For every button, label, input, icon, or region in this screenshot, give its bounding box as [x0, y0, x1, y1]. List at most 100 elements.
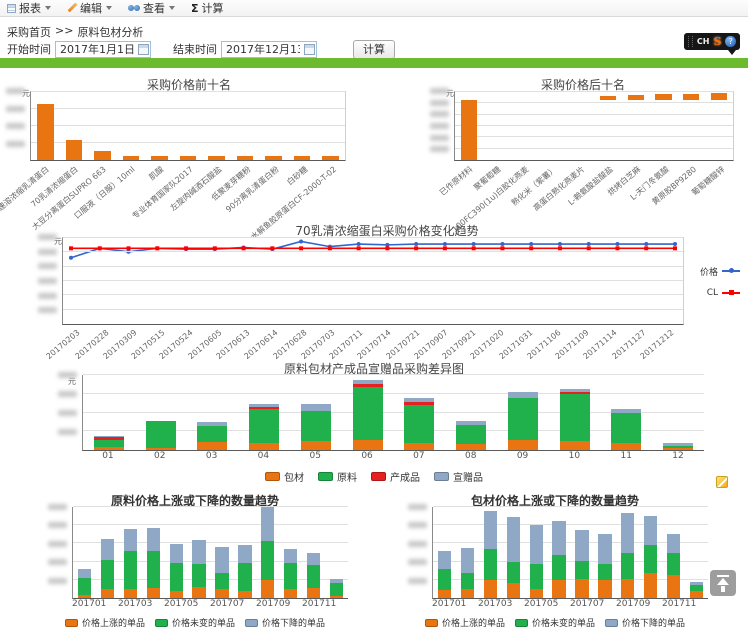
bar-segment [621, 553, 634, 579]
breadcrumb-home[interactable]: 采购首页 [7, 24, 51, 40]
bar-slot [650, 92, 678, 160]
bar-slot [119, 507, 142, 598]
x-tick: 201711 [662, 599, 696, 612]
legend-item[interactable]: 价格下降的单品 [245, 616, 325, 629]
end-time-label: 结束时间 [173, 41, 217, 57]
menu-edit[interactable]: 编辑 [67, 0, 112, 16]
bar-葡萄糖酸锌 [711, 93, 727, 100]
legend-item[interactable]: CL [707, 288, 740, 298]
legend-item[interactable]: 价格未变的单品 [515, 616, 595, 629]
y-axis [0, 91, 30, 161]
menu-report-label: 报表 [19, 0, 41, 16]
annotation-edit-icon[interactable] [716, 476, 728, 488]
y-axis-label-blurred [38, 293, 57, 299]
menu-calculate[interactable]: Σ 计算 [191, 0, 224, 16]
sigma-icon: Σ [191, 2, 199, 15]
y-axis-label-blurred [430, 146, 449, 152]
y-axis-label-blurred [38, 278, 57, 284]
x-tick-label: 201707 [210, 599, 244, 609]
help-icon[interactable]: ? [725, 36, 736, 47]
bar-segment [147, 528, 160, 551]
stacked-bar-201711 [667, 507, 680, 598]
bar-slot [290, 375, 342, 450]
bar-segment [261, 580, 274, 598]
y-axis-label-blurred [408, 522, 427, 528]
legend-label: 价格上涨的单品 [82, 616, 145, 629]
legend-item[interactable]: 产成品 [371, 469, 420, 484]
legend-label: 价格上涨的单品 [442, 616, 505, 629]
x-tick [152, 599, 164, 612]
menu-view[interactable]: 查看 [128, 0, 175, 16]
bar-segment [621, 513, 634, 552]
bar-segment [507, 562, 520, 583]
bar-segment [147, 588, 160, 598]
bar-slot [511, 92, 539, 160]
bar-segment [404, 443, 434, 450]
bar-segment [301, 441, 331, 450]
legend-label: 原料 [337, 469, 357, 484]
calendar-icon[interactable] [304, 44, 315, 55]
x-tick: 01 [82, 451, 134, 465]
legend-swatch [245, 619, 258, 627]
legend-item[interactable]: 价格下降的单品 [605, 616, 685, 629]
plot-area [62, 237, 684, 325]
menu-report[interactable]: 报表 [7, 0, 51, 16]
end-date-input[interactable] [221, 41, 317, 58]
legend: 价格 CL [684, 237, 746, 325]
legend-item[interactable]: 价格未变的单品 [155, 616, 235, 629]
bar-segment [530, 525, 543, 564]
bar-segment [238, 545, 251, 563]
legend-item[interactable]: 价格上涨的单品 [65, 616, 145, 629]
bar-segment [94, 440, 124, 448]
bar-slot [525, 507, 548, 598]
x-tick [466, 599, 478, 612]
bar-slot [622, 92, 650, 160]
bar [208, 156, 225, 160]
bar-L-天门冬氨酸 [655, 94, 671, 100]
legend-item[interactable]: 原料 [318, 469, 357, 484]
calendar-icon[interactable] [138, 44, 149, 55]
legend-item[interactable]: 价格上涨的单品 [425, 616, 505, 629]
legend-item[interactable]: 宣赠品 [434, 469, 483, 484]
legend-label: 包材 [284, 469, 304, 484]
back-to-top-button[interactable] [710, 570, 736, 596]
x-tick: 201707 [210, 599, 244, 612]
bar-slot [538, 92, 566, 160]
bar-segment [667, 534, 680, 552]
bar-70乳清浓缩蛋白 [66, 92, 83, 160]
bar [180, 156, 197, 160]
stacked-bar-201711 [307, 507, 320, 598]
bar-segment [192, 540, 205, 565]
bar-segment [192, 564, 205, 587]
y-axis [28, 507, 72, 599]
legend-marker [722, 292, 740, 294]
bar-segment [644, 516, 657, 545]
bar-slot [677, 92, 705, 160]
language-widget[interactable]: CH S ? [684, 33, 740, 50]
gridline [63, 294, 683, 295]
bar-slot [652, 375, 704, 450]
bar-segment [456, 425, 486, 445]
y-axis-label-blurred [48, 541, 67, 547]
x-tick-label: 03 [206, 451, 217, 461]
x-tick-label: 201709 [616, 599, 650, 609]
x-tick [650, 599, 662, 612]
bar-slot [231, 92, 260, 160]
bar-segment [170, 563, 183, 591]
legend-item[interactable]: 包材 [265, 469, 304, 484]
start-date-input[interactable] [55, 41, 151, 58]
y-axis [388, 507, 432, 599]
x-tick-label: 05 [310, 451, 321, 461]
language-label[interactable]: CH [697, 37, 710, 46]
chart-category-diff-stacked: 原料包材产成品宣赠品采购差异图 元 0102030405060708091011… [28, 360, 720, 485]
legend-item[interactable]: 价格 [700, 265, 740, 278]
calculate-button[interactable]: 计算 [353, 40, 395, 59]
y-axis-label-blurred [48, 522, 67, 528]
bar-segment [611, 443, 641, 451]
legend-swatch [265, 472, 280, 481]
bar-slot [594, 92, 622, 160]
bar-segment [575, 561, 588, 579]
y-axis-label-blurred [58, 372, 77, 378]
bar-segment [353, 440, 383, 450]
bar-segment [690, 591, 703, 598]
